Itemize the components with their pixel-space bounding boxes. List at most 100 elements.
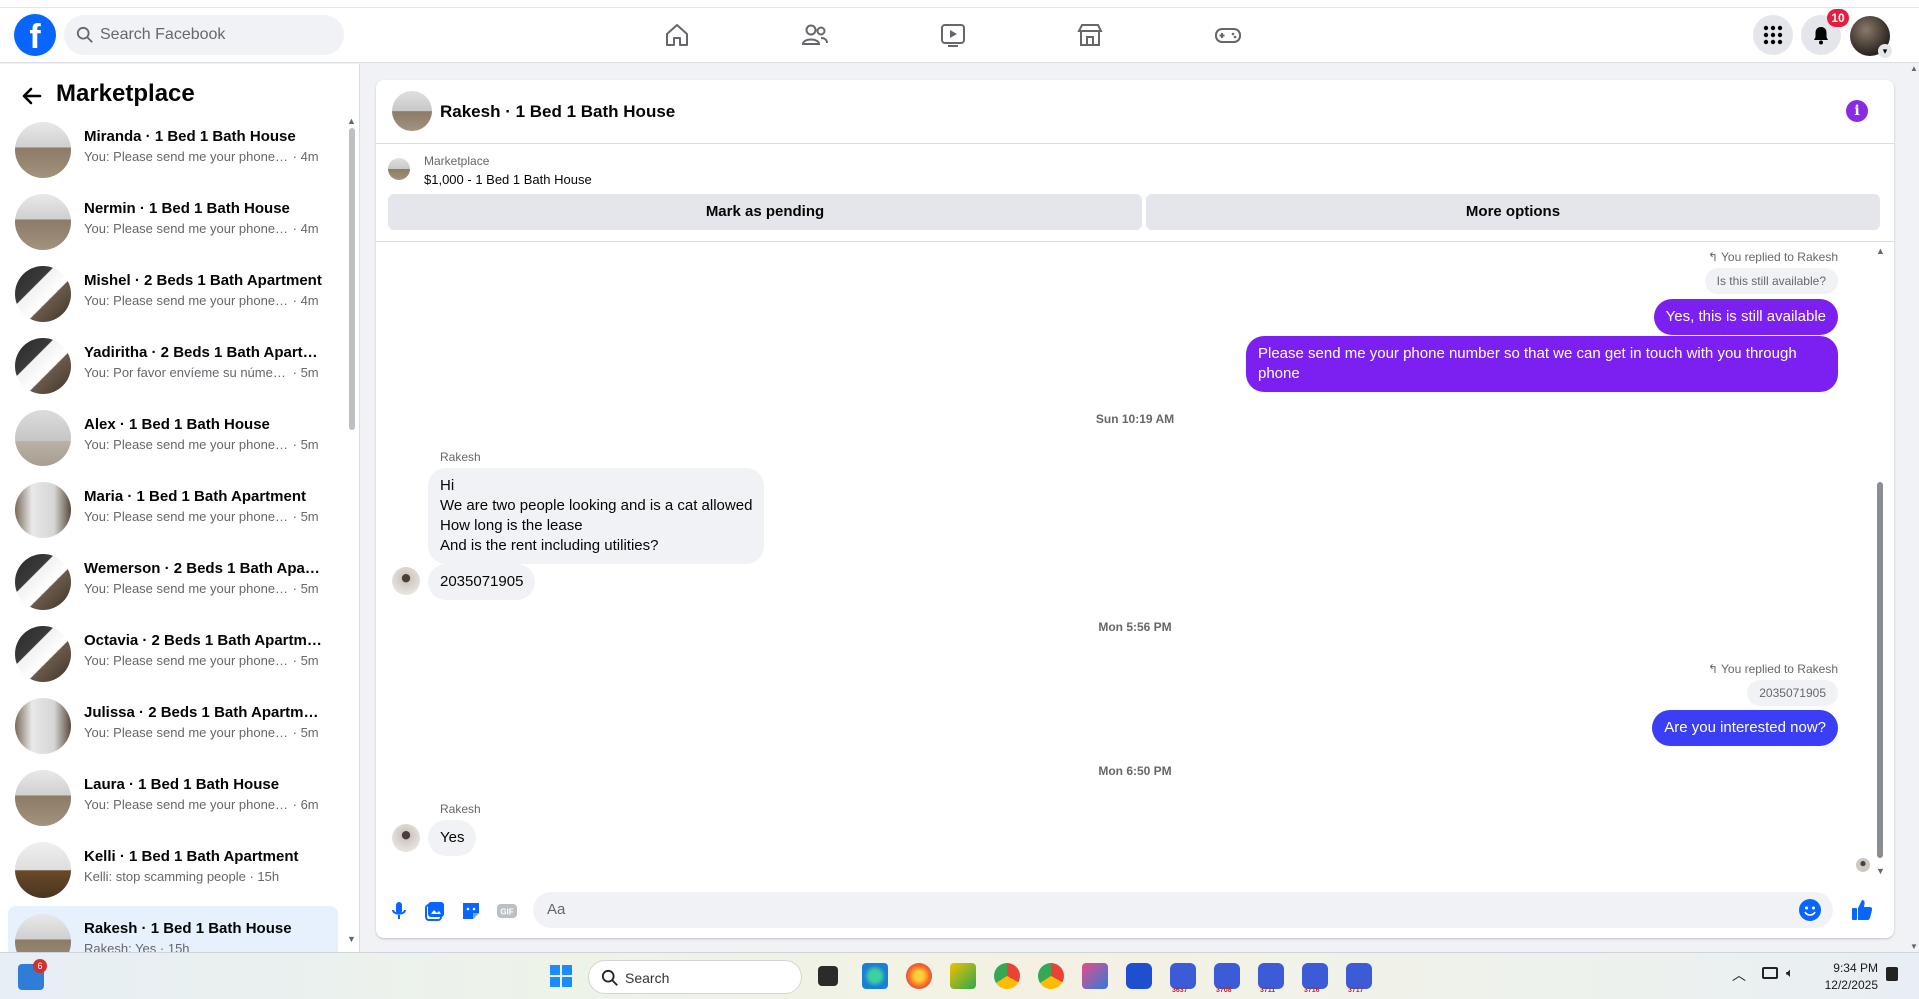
- marketplace-inbox-sidebar: Marketplace Miranda · 1 Bed 1 Bath House…: [0, 64, 360, 952]
- spreadsheet-app-icon[interactable]: [950, 963, 976, 989]
- conversation-snippet: You: Please send me your phone n... · 4m: [84, 293, 319, 308]
- chat-listing-avatar[interactable]: [392, 91, 432, 131]
- conversation-name: Julissa · 2 Beds 1 Bath Apartment: [84, 704, 324, 721]
- network-icon[interactable]: [1762, 967, 1778, 979]
- gaming-icon[interactable]: [1213, 20, 1243, 50]
- chat-title[interactable]: Rakesh · 1 Bed 1 Bath House: [440, 102, 675, 122]
- facebook-logo[interactable]: f: [14, 14, 56, 56]
- snipping-tool-icon[interactable]: [1082, 963, 1108, 989]
- firefox-icon[interactable]: [906, 963, 932, 989]
- scroll-down-arrow-icon[interactable]: ▼: [1910, 942, 1918, 951]
- gif-icon[interactable]: GIF: [496, 900, 518, 922]
- outgoing-message[interactable]: Are you interested now?: [1652, 710, 1838, 746]
- thumbs-up-icon[interactable]: [1850, 898, 1874, 922]
- listing-price[interactable]: $1,000 - 1 Bed 1 Bath House: [424, 172, 592, 187]
- listing-thumbnail: [15, 194, 71, 250]
- conversation-name: Maria · 1 Bed 1 Bath Apartment: [84, 488, 306, 505]
- scroll-up-arrow-icon[interactable]: ▲: [1910, 64, 1918, 73]
- windows-taskbar: 6 Search 3637 3708 3711 3716 3717 ︿ 🔈︎ 9…: [0, 952, 1919, 999]
- outgoing-message[interactable]: Yes, this is still available: [1653, 299, 1838, 335]
- system-clock[interactable]: 9:34 PM 12/2/2025: [1812, 960, 1878, 994]
- chrome-icon[interactable]: [1038, 963, 1064, 989]
- conversation-item[interactable]: Kelli · 1 Bed 1 Bath Apartment Kelli: sto…: [8, 834, 338, 906]
- listing-thumbnail: [15, 266, 71, 322]
- remote-app-icon[interactable]: 3637: [1170, 963, 1196, 994]
- windows-start-icon[interactable]: [548, 963, 574, 989]
- message-input[interactable]: Aa: [533, 892, 1833, 928]
- quoted-message[interactable]: Is this still available?: [1704, 268, 1838, 294]
- notification-center-icon[interactable]: [1886, 967, 1898, 981]
- conversation-item[interactable]: Miranda · 1 Bed 1 Bath House You: Please …: [8, 114, 338, 186]
- more-options-button[interactable]: More options: [1146, 194, 1880, 230]
- volume-icon[interactable]: 🔈︎: [1786, 965, 1794, 981]
- incoming-message[interactable]: Yes: [428, 820, 477, 856]
- video-icon[interactable]: [938, 20, 968, 50]
- conversation-item-active[interactable]: Rakesh · 1 Bed 1 Bath House Rakesh: Yes ·…: [8, 906, 338, 952]
- scroll-up-arrow-icon[interactable]: ▲: [1876, 246, 1885, 256]
- conversation-item[interactable]: Julissa · 2 Beds 1 Bath Apartment You: Pl…: [8, 690, 338, 762]
- sidebar-scrollbar[interactable]: ▲ ▼: [347, 116, 356, 946]
- reply-indicator: ↰ You replied to Rakesh: [1707, 250, 1838, 264]
- chrome-profile-icon[interactable]: [994, 963, 1020, 989]
- scroll-down-arrow-icon[interactable]: ▼: [347, 934, 356, 944]
- emoji-icon[interactable]: [1799, 899, 1821, 921]
- listing-thumbnail: [15, 482, 71, 538]
- conversation-item[interactable]: Octavia · 2 Beds 1 Bath Apartment You: Pl…: [8, 618, 338, 690]
- search-facebook-input[interactable]: Search Facebook: [64, 15, 344, 55]
- conversation-item[interactable]: Mishel · 2 Beds 1 Bath Apartment You: Ple…: [8, 258, 338, 330]
- vpn-shield-icon[interactable]: [1126, 963, 1152, 989]
- listing-thumbnail[interactable]: [388, 158, 410, 180]
- sender-avatar[interactable]: [392, 824, 420, 852]
- chevron-up-icon[interactable]: ︿: [1732, 965, 1746, 985]
- friends-icon[interactable]: [800, 20, 830, 50]
- conversation-snippet: You: Por favor envíeme su número ... · 5…: [84, 365, 319, 380]
- info-icon[interactable]: i: [1846, 100, 1868, 122]
- conversation-name: Yadiritha · 2 Beds 1 Bath Apartm...: [84, 344, 324, 361]
- chat-scrollbar[interactable]: ▲ ▼: [1876, 246, 1885, 878]
- chat-panel: Rakesh · 1 Bed 1 Bath House i Marketplac…: [376, 80, 1894, 938]
- conversation-item[interactable]: Wemerson · 2 Beds 1 Bath Apart... You: Pl…: [8, 546, 338, 618]
- microphone-icon[interactable]: [388, 900, 410, 922]
- profile-avatar[interactable]: ▾: [1850, 16, 1892, 58]
- incoming-message[interactable]: Hi We are two people looking and is a ca…: [428, 468, 765, 564]
- window-top-strip: [0, 0, 1919, 8]
- task-view-icon[interactable]: [818, 966, 838, 986]
- menu-grid-button[interactable]: [1753, 15, 1793, 55]
- sticker-icon[interactable]: [460, 900, 482, 922]
- conversation-snippet: You: Please send me your phone n... · 5m: [84, 437, 319, 452]
- conversation-name: Kelli · 1 Bed 1 Bath Apartment: [84, 848, 299, 865]
- conversation-snippet: You: Please send me your phone n... · 6m: [84, 797, 319, 812]
- incoming-message[interactable]: 2035071905: [428, 564, 536, 600]
- edge-browser-icon[interactable]: [862, 963, 888, 989]
- sender-avatar[interactable]: [392, 567, 420, 595]
- listing-thumbnail: [15, 410, 71, 466]
- conversation-item[interactable]: Yadiritha · 2 Beds 1 Bath Apartm... You: …: [8, 330, 338, 402]
- chat-scrollbar-thumb[interactable]: [1877, 482, 1883, 858]
- seen-receipt-avatar: [1856, 858, 1870, 872]
- quoted-message[interactable]: 2035071905: [1747, 680, 1838, 706]
- remote-app-icon[interactable]: 3708: [1214, 963, 1240, 994]
- remote-app-icon[interactable]: 3716: [1302, 963, 1328, 994]
- menu-grid-icon: [1763, 25, 1783, 45]
- conversation-item[interactable]: Nermin · 1 Bed 1 Bath House You: Please s…: [8, 186, 338, 258]
- remote-app-icon[interactable]: 3717: [1346, 963, 1372, 994]
- marketplace-icon[interactable]: [1075, 20, 1105, 50]
- conversation-item[interactable]: Maria · 1 Bed 1 Bath Apartment You: Pleas…: [8, 474, 338, 546]
- conversation-name: Nermin · 1 Bed 1 Bath House: [84, 200, 290, 217]
- mark-as-pending-button[interactable]: Mark as pending: [388, 194, 1142, 230]
- sidebar-scrollbar-thumb[interactable]: [349, 128, 355, 430]
- remote-app-icon[interactable]: 3711: [1258, 963, 1284, 994]
- page-scrollbar[interactable]: ▲ ▼: [1908, 64, 1919, 952]
- scroll-up-arrow-icon[interactable]: ▲: [347, 116, 356, 126]
- taskbar-search[interactable]: Search: [588, 960, 802, 994]
- photo-icon[interactable]: [424, 900, 446, 922]
- conversation-item[interactable]: Alex · 1 Bed 1 Bath House You: Please sen…: [8, 402, 338, 474]
- listing-thumbnail: [15, 554, 71, 610]
- home-icon[interactable]: [662, 20, 692, 50]
- outgoing-message[interactable]: Please send me your phone number so that…: [1246, 336, 1838, 392]
- scroll-down-arrow-icon[interactable]: ▼: [1876, 866, 1885, 876]
- conversation-name: Alex · 1 Bed 1 Bath House: [84, 416, 270, 433]
- conversation-item[interactable]: Laura · 1 Bed 1 Bath House You: Please se…: [8, 762, 338, 834]
- top-navigation-bar: f Search Facebook 10 ▾: [0, 8, 1919, 63]
- back-arrow-icon[interactable]: [20, 84, 44, 108]
